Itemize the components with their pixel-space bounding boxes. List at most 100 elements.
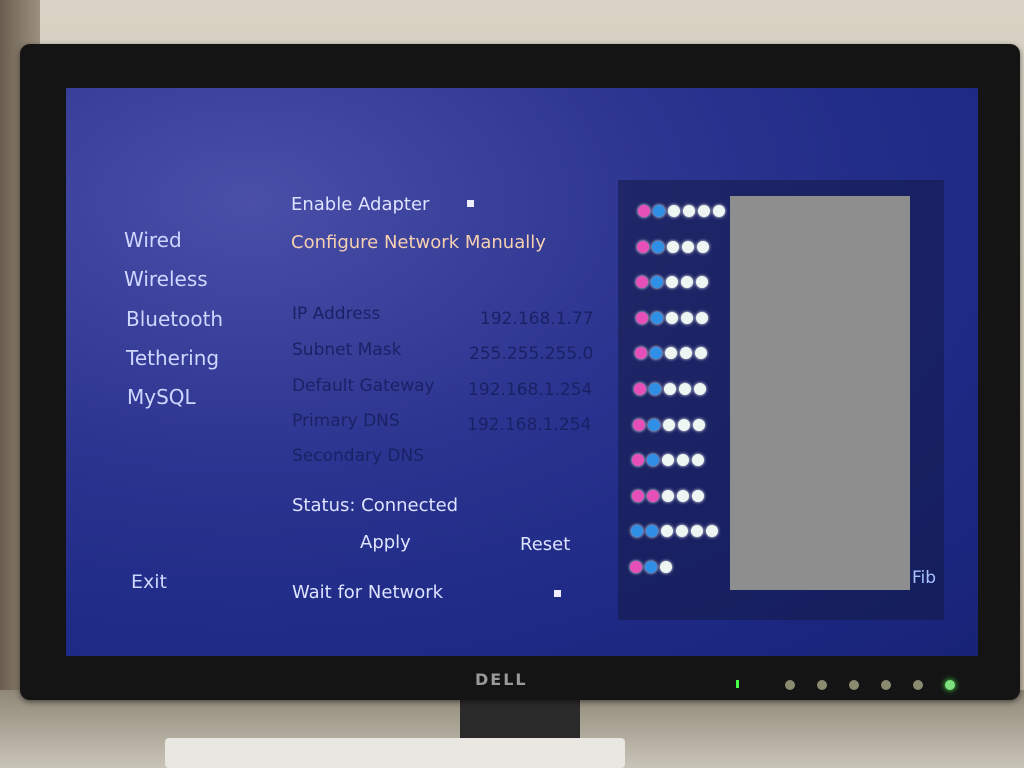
screen: Wired Wireless Bluetooth Tethering MySQL…: [66, 88, 978, 656]
white-status-dot-icon: [664, 347, 677, 360]
monitor-button[interactable]: [913, 680, 923, 690]
monitor-button[interactable]: [881, 680, 891, 690]
keyboard: [165, 738, 625, 768]
pink-status-dot-icon: [646, 489, 659, 502]
pink-status-dot-icon: [630, 561, 642, 573]
enable-adapter-label: Enable Adapter: [291, 194, 430, 215]
blue-status-dot-icon: [649, 347, 662, 360]
indicator-row: [630, 525, 718, 538]
pink-status-dot-icon: [631, 489, 644, 502]
white-status-dot-icon: [675, 525, 688, 538]
white-status-dot-icon: [663, 418, 676, 431]
white-status-dot-icon: [694, 383, 706, 395]
white-status-dot-icon: [690, 525, 703, 538]
reset-button[interactable]: Reset: [520, 534, 570, 555]
monitor-button[interactable]: [785, 680, 795, 690]
white-status-dot-icon: [679, 347, 692, 360]
indicator-row: [630, 561, 672, 573]
white-status-dot-icon: [698, 205, 710, 217]
nav-item-tethering[interactable]: Tethering: [126, 346, 219, 370]
blue-status-dot-icon: [650, 311, 663, 324]
indicator-row: [638, 205, 725, 217]
white-status-dot-icon: [678, 418, 691, 431]
nav-item-wired[interactable]: Wired: [124, 228, 182, 252]
power-button[interactable]: [945, 680, 955, 690]
power-led: [736, 680, 739, 688]
apply-button[interactable]: Apply: [360, 532, 411, 553]
nav-item-mysql[interactable]: MySQL: [127, 385, 196, 409]
nav-item-wireless[interactable]: Wireless: [124, 267, 208, 291]
pink-status-dot-icon: [633, 418, 646, 431]
primary-dns-value[interactable]: 192.168.1.254: [467, 415, 591, 435]
monitor-logo: DELL: [475, 670, 528, 689]
white-status-dot-icon: [680, 311, 693, 324]
indicator-row: [634, 347, 707, 360]
primary-dns-label: Primary DNS: [292, 411, 400, 431]
indicator-row: [636, 276, 709, 289]
subnet-mask-label: Subnet Mask: [292, 340, 402, 360]
blue-status-dot-icon: [645, 525, 658, 538]
white-status-dot-icon: [665, 311, 678, 324]
white-status-dot-icon: [692, 454, 705, 467]
blue-status-dot-icon: [651, 276, 664, 289]
white-status-dot-icon: [682, 240, 695, 253]
white-status-dot-icon: [681, 276, 694, 289]
pink-status-dot-icon: [638, 205, 650, 217]
white-status-dot-icon: [664, 383, 676, 395]
indicator-row: [634, 383, 706, 395]
enable-adapter-checkbox[interactable]: [467, 200, 474, 207]
ip-address-value[interactable]: 192.168.1.77: [480, 309, 594, 329]
white-status-dot-icon: [679, 383, 691, 395]
indicator-row: [637, 240, 710, 253]
white-status-dot-icon: [660, 561, 672, 573]
white-status-dot-icon: [666, 276, 679, 289]
default-gateway-value[interactable]: 192.168.1.254: [468, 380, 592, 400]
subnet-mask-value[interactable]: 255.255.255.0: [469, 344, 593, 364]
white-status-dot-icon: [693, 418, 706, 431]
blue-status-dot-icon: [648, 418, 661, 431]
white-status-dot-icon: [660, 525, 673, 538]
default-gateway-label: Default Gateway: [292, 376, 435, 396]
blue-status-dot-icon: [647, 454, 660, 467]
monitor-buttons: [785, 680, 955, 690]
white-status-dot-icon: [713, 205, 725, 217]
wait-for-network-label: Wait for Network: [292, 582, 444, 603]
white-status-dot-icon: [696, 276, 709, 289]
blue-status-dot-icon: [649, 383, 661, 395]
white-status-dot-icon: [697, 240, 710, 253]
white-status-dot-icon: [668, 205, 680, 217]
indicator-row: [631, 489, 704, 502]
indicator-row: [633, 418, 706, 431]
blue-status-dot-icon: [652, 240, 665, 253]
pink-status-dot-icon: [632, 454, 645, 467]
configure-manually-toggle[interactable]: Configure Network Manually: [291, 232, 546, 253]
blue-status-dot-icon: [630, 525, 643, 538]
monitor-button[interactable]: [817, 680, 827, 690]
white-status-dot-icon: [661, 489, 674, 502]
white-status-dot-icon: [691, 489, 704, 502]
monitor-button[interactable]: [849, 680, 859, 690]
pink-status-dot-icon: [635, 311, 648, 324]
pink-status-dot-icon: [634, 347, 647, 360]
preview-area: [730, 196, 910, 590]
wait-for-network-checkbox[interactable]: [554, 590, 561, 597]
white-status-dot-icon: [705, 525, 718, 538]
status-text: Status: Connected: [292, 495, 459, 516]
nav-item-bluetooth[interactable]: Bluetooth: [126, 307, 223, 331]
white-status-dot-icon: [683, 205, 695, 217]
white-status-dot-icon: [694, 347, 707, 360]
blue-status-dot-icon: [653, 205, 665, 217]
exit-button[interactable]: Exit: [131, 571, 167, 593]
fib-label: Fib: [912, 568, 937, 588]
blue-status-dot-icon: [645, 561, 657, 573]
indicator-row: [632, 454, 705, 467]
white-status-dot-icon: [676, 489, 689, 502]
secondary-dns-label: Secondary DNS: [292, 446, 425, 466]
white-status-dot-icon: [667, 240, 680, 253]
pink-status-dot-icon: [636, 276, 649, 289]
ip-address-label: IP Address: [292, 304, 381, 324]
white-status-dot-icon: [662, 454, 675, 467]
white-status-dot-icon: [695, 311, 708, 324]
white-status-dot-icon: [677, 454, 690, 467]
pink-status-dot-icon: [637, 240, 650, 253]
